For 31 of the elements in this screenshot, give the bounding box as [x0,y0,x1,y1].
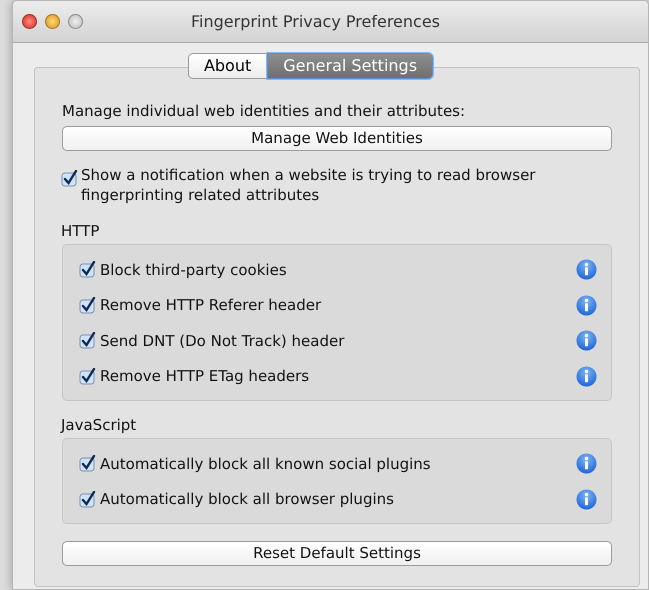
manage-identities-button[interactable]: Manage Web Identities [62,126,612,151]
info-icon[interactable] [576,453,597,474]
section-heading: HTTP [61,221,100,241]
checkbox[interactable] [61,170,78,188]
checkbox-label: Block third-party cookies [100,260,287,280]
section-heading: JavaScript [61,415,138,435]
window-title: Fingerprint Privacy Preferences [191,11,440,33]
tab[interactable]: General Settings [267,53,434,79]
minimize-button[interactable] [45,14,60,29]
checkbox[interactable] [79,261,96,278]
checkbox[interactable] [79,490,96,508]
checkbox[interactable] [79,296,96,314]
checkbox-label: Automatically block all known social plugins [100,454,431,474]
close-button[interactable] [22,14,37,29]
info-icon[interactable] [576,294,597,316]
tab[interactable]: About [188,53,268,79]
info-icon[interactable] [576,259,597,280]
info-icon[interactable] [576,330,597,352]
checkbox-label: Show a notification when a website is trying to read browser fingerprinting related attributes [81,165,536,205]
checkbox-label: Automatically block all browser plugins [100,489,394,510]
checkbox[interactable] [79,332,96,350]
zoom-button[interactable] [68,14,83,29]
checkbox[interactable] [79,368,96,385]
reset-defaults-button[interactable]: Reset Default Settings [62,541,612,566]
info-icon[interactable] [576,366,597,387]
checkbox-label: Send DNT (Do Not Track) header [100,330,344,352]
info-icon[interactable] [576,488,597,510]
intro-text: Manage individual web identities and their attributes: [62,101,466,122]
checkbox-label: Remove HTTP Referer header [100,295,322,316]
checkbox-label: Remove HTTP ETag headers [100,366,310,387]
checkbox[interactable] [79,455,96,472]
